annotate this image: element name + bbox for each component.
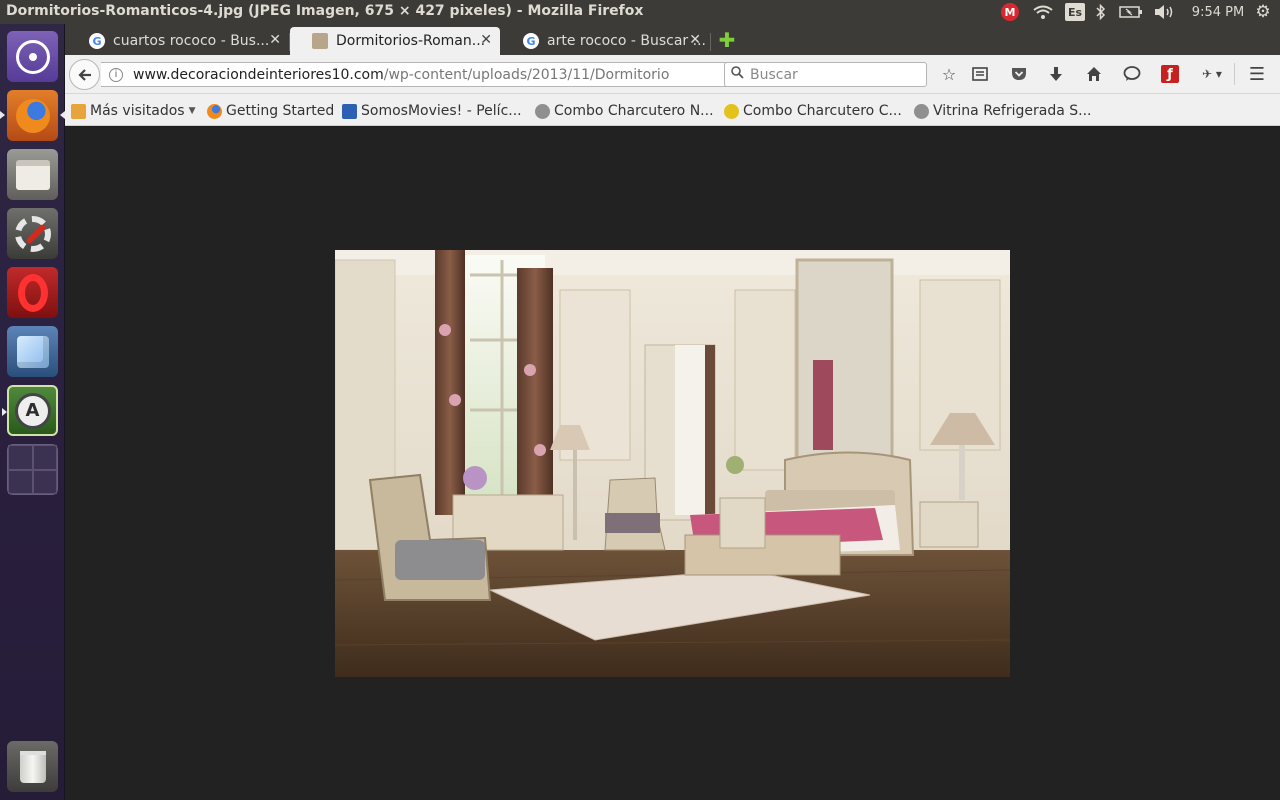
window-title: Dormitorios-Romanticos-4.jpg (JPEG Image… <box>6 3 644 19</box>
image-viewer-area <box>65 127 1280 800</box>
bookmark-vitrina-refrigerada[interactable]: Vitrina Refrigerada S... <box>914 101 1091 121</box>
bookmark-star-icon[interactable]: ☆ <box>939 64 959 84</box>
file-cabinet-icon <box>15 159 50 190</box>
flash-player-icon[interactable]: ƒ <box>1161 65 1179 83</box>
toolbar-divider <box>1234 63 1235 85</box>
bookmark-label: SomosMovies! - Pelíc... <box>361 103 522 119</box>
chat-bubble-icon[interactable] <box>1122 64 1142 84</box>
url-bar[interactable]: i www.decoraciondeinteriores10.com/wp-co… <box>101 62 753 87</box>
bookmark-label: Vitrina Refrigerada S... <box>933 103 1092 119</box>
tab-strip: G cuartos rococo - Bus... ✕ Dormitorios-… <box>65 24 1280 55</box>
bedroom-photo[interactable] <box>335 250 1010 677</box>
mega-icon[interactable]: M <box>1001 3 1019 21</box>
tab-cuartos-rococo[interactable]: G cuartos rococo - Bus... ✕ <box>67 27 289 55</box>
pocket-icon[interactable] <box>1009 64 1029 84</box>
url-path: /wp-content/uploads/2013/11/Dormitorio <box>383 66 670 83</box>
launcher-cube-app[interactable] <box>7 326 58 377</box>
bookmark-getting-started[interactable]: Getting Started <box>207 101 334 121</box>
navigation-toolbar: i www.decoraciondeinteriores10.com/wp-co… <box>65 55 1280 94</box>
bookmark-mas-visitados[interactable]: Más visitados ▼ <box>71 101 196 121</box>
launcher-firefox[interactable] <box>0 90 65 141</box>
chevron-down-icon: ▼ <box>188 106 196 116</box>
wifi-icon[interactable] <box>1032 3 1054 21</box>
bookmark-label: Más visitados <box>90 103 185 119</box>
home-icon[interactable] <box>1084 64 1104 84</box>
google-favicon-icon: G <box>89 33 105 49</box>
launcher-opera[interactable] <box>7 267 58 318</box>
search-icon <box>731 66 744 83</box>
mercadolibre-icon <box>724 103 739 119</box>
back-button[interactable] <box>69 59 100 90</box>
globe-icon <box>914 103 929 119</box>
url-text[interactable]: www.decoraciondeinteriores10.com/wp-cont… <box>133 67 693 83</box>
url-domain: www.decoraciondeinteriores10.com <box>133 66 384 83</box>
launcher-software-updater[interactable]: A <box>2 385 58 436</box>
cube-icon <box>16 335 49 368</box>
gear-icon[interactable]: ⚙ <box>1252 2 1274 22</box>
close-tab-icon[interactable]: ✕ <box>269 32 281 48</box>
close-tab-icon[interactable]: ✕ <box>689 32 701 48</box>
bookmarks-toolbar: Más visitados ▼ Getting Started SomosMov… <box>65 94 1280 126</box>
clock[interactable]: 9:54 PM <box>1190 3 1246 21</box>
launcher-files[interactable] <box>7 149 58 200</box>
new-tab-plus-icon[interactable]: ✚ <box>717 30 737 50</box>
software-updater-icon: A <box>14 392 51 429</box>
workspace-grid-icon <box>8 445 57 494</box>
bookmark-label: Getting Started <box>226 103 335 119</box>
bookmark-combo-charcutero-c[interactable]: Combo Charcutero C... <box>724 101 902 121</box>
tab-dormitorios-romanticos[interactable]: Dormitorios-Roman... ✕ <box>290 27 500 55</box>
unity-launcher: A <box>0 24 65 800</box>
hamburger-menu-icon[interactable]: ☰ <box>1247 64 1267 85</box>
opera-icon <box>17 273 48 312</box>
top-panel: Dormitorios-Romanticos-4.jpg (JPEG Image… <box>0 0 1280 24</box>
launcher-system-settings[interactable] <box>7 208 58 259</box>
launcher-workspace-switcher[interactable] <box>7 444 58 495</box>
bookmark-label: Combo Charcutero C... <box>743 103 902 119</box>
launcher-trash[interactable] <box>7 741 58 792</box>
google-favicon-icon: G <box>523 33 539 49</box>
addon-dropdown-icon[interactable]: ✈ ▾ <box>1197 64 1227 84</box>
ubuntu-logo-icon <box>15 39 50 74</box>
close-tab-icon[interactable]: ✕ <box>480 32 492 48</box>
bookmark-combo-charcutero-n[interactable]: Combo Charcutero N... <box>535 101 714 121</box>
globe-icon <box>535 103 550 119</box>
battery-icon[interactable] <box>1118 3 1144 21</box>
firefox-icon <box>15 98 50 133</box>
trash-icon <box>19 750 46 783</box>
folder-icon <box>71 103 86 119</box>
tab-separator <box>710 33 711 51</box>
search-input[interactable]: Buscar <box>724 62 927 87</box>
bookmark-somosmovies[interactable]: SomosMovies! - Pelíc... <box>342 101 522 121</box>
firefox-icon <box>207 103 222 119</box>
download-icon[interactable] <box>1046 64 1066 84</box>
image-favicon-icon <box>312 33 328 49</box>
bluetooth-icon[interactable] <box>1094 3 1108 21</box>
bookmark-label: Combo Charcutero N... <box>554 103 714 119</box>
search-placeholder: Buscar <box>750 66 798 83</box>
launcher-dash[interactable] <box>7 31 58 82</box>
settings-wrench-icon <box>14 215 51 252</box>
tab-label: cuartos rococo - Bus... <box>113 33 270 49</box>
arrow-left-icon <box>77 68 91 81</box>
volume-icon[interactable] <box>1152 3 1176 21</box>
tab-label: arte rococo - Buscar ... <box>547 33 706 49</box>
keyboard-layout-indicator[interactable]: Es <box>1065 3 1085 21</box>
tab-label: Dormitorios-Roman... <box>336 33 486 49</box>
info-icon[interactable]: i <box>109 67 123 82</box>
reading-list-icon[interactable] <box>970 64 990 84</box>
tab-arte-rococo[interactable]: G arte rococo - Buscar ... ✕ <box>501 27 709 55</box>
film-icon <box>342 103 357 119</box>
